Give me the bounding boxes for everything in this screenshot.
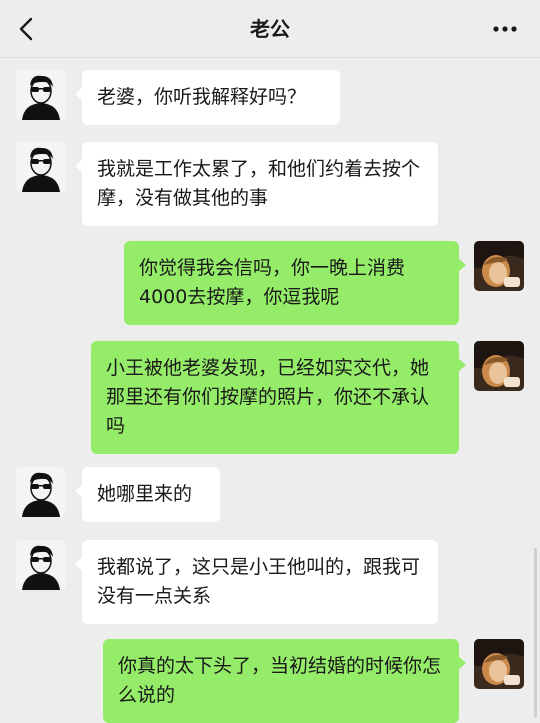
user-avatar[interactable] (474, 639, 524, 689)
contact-avatar[interactable] (16, 540, 66, 590)
message-bubble[interactable]: 我都说了，这只是小王他叫的，跟我可没有一点关系 (75, 540, 438, 624)
message-bubble[interactable]: 她哪里来的 (75, 467, 220, 522)
user-avatar[interactable] (474, 341, 524, 391)
contact-avatar[interactable] (16, 467, 66, 517)
user-avatar[interactable] (474, 241, 524, 291)
message-bubble[interactable]: 你真的太下头了，当初结婚的时候你怎么说的 (103, 639, 466, 723)
message-bubble[interactable]: 你觉得我会信吗，你一晚上消费4000去按摩，你逗我呢 (124, 241, 466, 325)
chat-title: 老公 (250, 17, 290, 41)
chat-header: 老公 (0, 0, 540, 58)
message-bubble[interactable]: 我就是工作太累了，和他们约着去按个摩，没有做其他的事 (75, 142, 438, 226)
more-dots-icon[interactable] (492, 20, 518, 38)
contact-avatar[interactable] (16, 142, 66, 192)
message-bubble[interactable]: 老婆，你听我解释好吗？ (75, 70, 340, 125)
scrollbar[interactable] (534, 548, 537, 718)
contact-avatar[interactable] (16, 70, 66, 120)
message-bubble[interactable]: 小王被他老婆发现，已经如实交代，她那里还有你们按摩的照片，你还不承认吗 (91, 341, 466, 454)
